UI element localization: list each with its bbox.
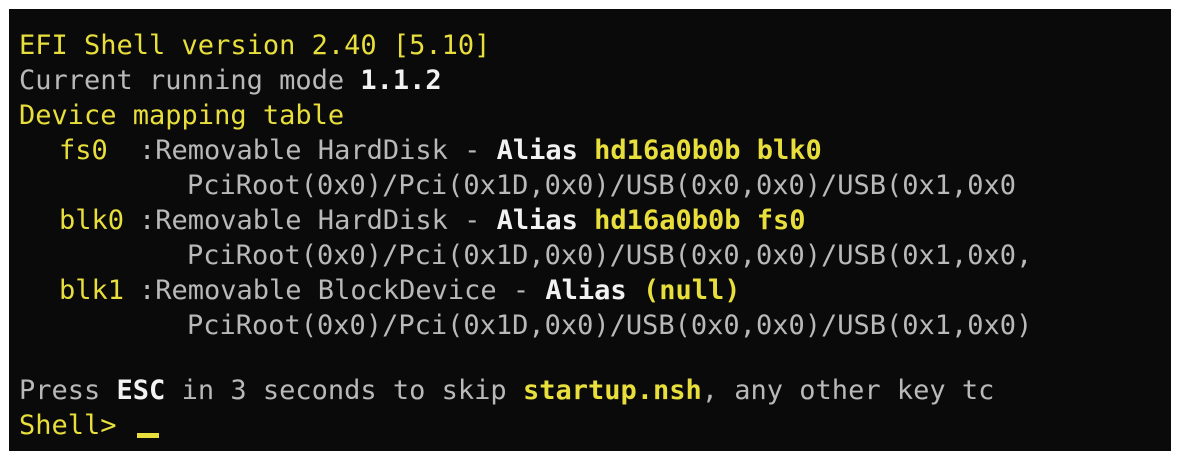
startup-script-name: startup.nsh <box>522 375 702 406</box>
alias-value: (null) <box>642 275 741 306</box>
efi-shell-screen: EFI Shell version 2.40 [5.10] Current ru… <box>9 9 1171 451</box>
startup-suffix: , any other key tc <box>701 375 995 406</box>
mapping-name: blk0 <box>59 205 125 236</box>
mapping-description: :Removable BlockDevice - <box>139 275 546 306</box>
device-path: PciRoot(0x0)/Pci(0x1D,0x0)/USB(0x0,0x0)/… <box>187 238 1032 273</box>
version-line: EFI Shell version 2.40 [5.10] <box>19 28 490 63</box>
version-text: EFI Shell version 2.40 [5.10] <box>19 30 491 61</box>
alias-value: hd16a0b0b fs0 <box>594 205 806 236</box>
mode-line: Current running mode 1.1.2 <box>19 63 442 98</box>
text-cursor <box>136 433 159 438</box>
mapping-row: blk0 :Removable HardDisk - Alias hd16a0b0… <box>19 203 806 238</box>
mapping-table-title: Device mapping table <box>19 98 344 133</box>
mapping-description: :Removable HardDisk - <box>139 205 497 236</box>
alias-label: Alias <box>496 205 578 236</box>
mapping-name: fs0 <box>59 135 108 166</box>
shell-prompt-line[interactable]: Shell> <box>19 408 159 443</box>
mapping-row: fs0 :Removable HardDisk - Alias hd16a0b0b… <box>19 133 822 168</box>
shell-prompt: Shell> <box>19 410 133 441</box>
mode-label: Current running mode <box>19 65 361 96</box>
alias-label: Alias <box>545 275 627 306</box>
startup-prefix: Press <box>19 375 117 406</box>
mapping-description: :Removable HardDisk - <box>139 135 497 166</box>
alias-value: hd16a0b0b blk0 <box>594 135 822 166</box>
device-path-text: PciRoot(0x0)/Pci(0x1D,0x0)/USB(0x0,0x0)/… <box>187 170 1017 201</box>
mode-value: 1.1.2 <box>360 65 442 96</box>
mapping-table-title-text: Device mapping table <box>19 100 345 131</box>
esc-key-label: ESC <box>116 375 166 406</box>
device-path-text: PciRoot(0x0)/Pci(0x1D,0x0)/USB(0x0,0x0)/… <box>187 310 1033 341</box>
mapping-name: blk1 <box>59 275 125 306</box>
mapping-row: blk1 :Removable BlockDevice - Alias (null… <box>19 273 740 308</box>
device-path: PciRoot(0x0)/Pci(0x1D,0x0)/USB(0x0,0x0)/… <box>187 168 1016 203</box>
alias-label: Alias <box>496 135 578 166</box>
startup-middle: in 3 seconds to skip <box>165 375 523 406</box>
device-path-text: PciRoot(0x0)/Pci(0x1D,0x0)/USB(0x0,0x0)/… <box>187 240 1033 271</box>
startup-countdown-message: Press ESC in 3 seconds to skip startup.n… <box>19 373 994 408</box>
device-path: PciRoot(0x0)/Pci(0x1D,0x0)/USB(0x0,0x0)/… <box>187 308 1032 343</box>
